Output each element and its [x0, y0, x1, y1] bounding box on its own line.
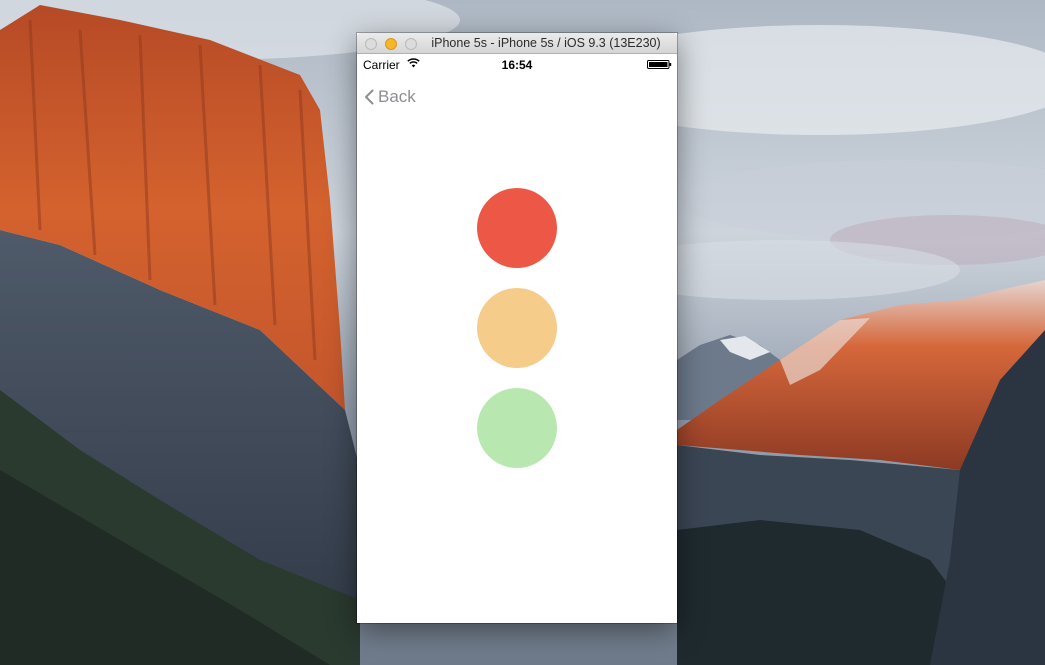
window-titlebar[interactable]: iPhone 5s - iPhone 5s / iOS 9.3 (13E230): [357, 33, 677, 54]
device-screen: Carrier 16:54 Back: [357, 54, 677, 623]
zoom-window-button[interactable]: [405, 38, 417, 50]
back-button[interactable]: Back: [364, 85, 416, 109]
chevron-left-icon: [365, 89, 374, 105]
navigation-bar: Back: [357, 74, 677, 118]
simulator-window: iPhone 5s - iPhone 5s / iOS 9.3 (13E230)…: [357, 33, 677, 623]
status-bar: Carrier 16:54: [357, 54, 677, 74]
status-time: 16:54: [501, 58, 533, 72]
red-light: [477, 188, 557, 268]
back-label: Back: [378, 87, 416, 106]
close-window-button[interactable]: [365, 38, 377, 50]
window-title: iPhone 5s - iPhone 5s / iOS 9.3 (13E230): [431, 36, 661, 50]
green-light: [477, 388, 557, 468]
battery-icon: [647, 60, 672, 69]
yellow-light: [477, 288, 557, 368]
minimize-window-button[interactable]: [385, 38, 397, 50]
